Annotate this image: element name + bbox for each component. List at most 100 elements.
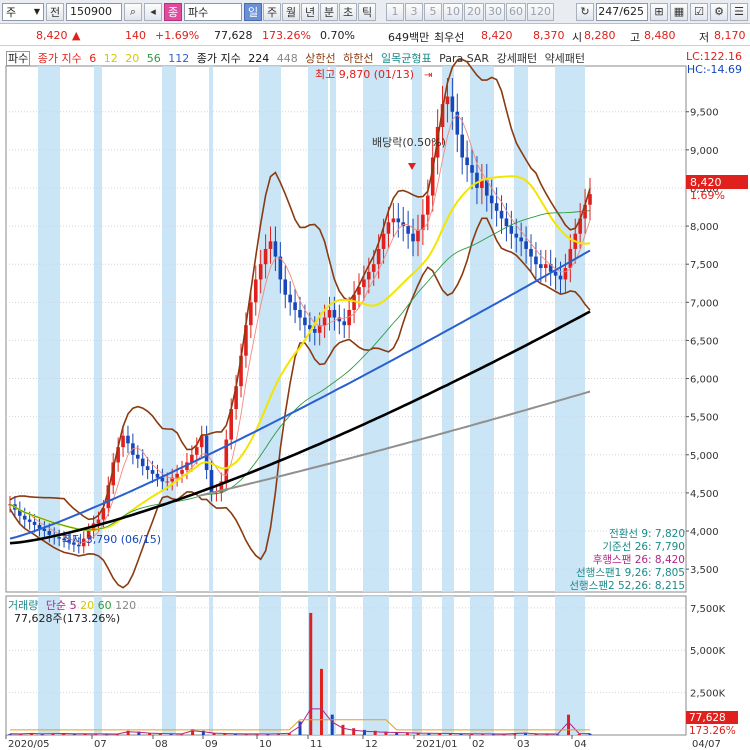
candle-body xyxy=(568,248,573,269)
volume-current: 77,628주(173.26%) xyxy=(14,612,121,625)
candle-body xyxy=(509,226,514,234)
highlight-stripe xyxy=(209,596,213,735)
y-tick-label: 4,000 xyxy=(690,527,719,538)
highlight-stripe xyxy=(38,66,60,592)
indicator-legend: 파수 종가 지수 6 12 20 56 112 종가 지수 224 448 상한… xyxy=(6,50,589,66)
y-tick-label: 8,000 xyxy=(690,222,719,233)
volume-tick-label: 5,000K xyxy=(690,646,726,657)
ichimoku-values: 전환선 9: 7,820 기준선 26: 7,790 후행스팬 26: 8,420 선… xyxy=(569,528,685,593)
highlight-stripe xyxy=(330,596,336,735)
legend-upper-band[interactable]: 상한선 xyxy=(305,52,335,65)
volume-bar xyxy=(309,612,313,735)
low-annotation: 최저 3,790 (06/15) xyxy=(62,533,161,546)
x-last-tick-label: 04/07 xyxy=(692,739,721,750)
x-tick-label: 12 xyxy=(365,739,378,750)
volume-bar xyxy=(491,734,495,736)
legend-title[interactable]: 파수 xyxy=(6,51,31,66)
x-tick-label: 02 xyxy=(472,739,485,750)
legend-weak-pattern[interactable]: 약세패턴 xyxy=(545,52,585,65)
candle-body xyxy=(362,279,366,288)
legend-ichimoku[interactable]: 일목균형표 xyxy=(381,52,432,65)
volume-bar xyxy=(298,721,302,735)
legend-lower-band[interactable]: 하한선 xyxy=(343,52,373,65)
candle-body xyxy=(391,218,396,223)
candle-body xyxy=(175,473,179,478)
candle-body xyxy=(312,329,317,333)
highlight-stripe xyxy=(259,596,281,735)
candle-body xyxy=(298,309,302,318)
candle-body xyxy=(165,481,170,483)
high-annotation: 최고 9,870 (01/13) xyxy=(315,68,414,81)
candle-body xyxy=(514,233,519,238)
candle-body xyxy=(22,515,27,520)
hc-value: HC:-14.69 xyxy=(686,63,742,76)
volume-bar xyxy=(319,668,323,735)
candle-body xyxy=(396,218,401,223)
x-tick-label: 04 xyxy=(574,739,587,750)
candle-body xyxy=(543,264,548,269)
y-tick-label: 6,000 xyxy=(690,375,719,386)
candle-body xyxy=(519,237,523,242)
candle-body xyxy=(293,302,297,310)
legend-ma-56: 56 xyxy=(146,52,161,65)
candle-body xyxy=(322,317,327,326)
legend-ma-label[interactable]: 종가 지수 xyxy=(38,52,82,65)
highlight-stripe xyxy=(162,66,176,592)
candle-body xyxy=(155,473,160,478)
candle-body xyxy=(411,233,415,242)
x-tick-label: 10 xyxy=(259,739,272,750)
y-tick-label: 5,000 xyxy=(690,451,719,462)
candle-body xyxy=(249,302,253,326)
candle-body xyxy=(588,194,592,205)
legend-ma-6: 6 xyxy=(89,52,97,65)
legend-ma-12: 12 xyxy=(103,52,118,65)
volume-tick-label: 7,500K xyxy=(690,604,726,615)
y-tick-label: 9,000 xyxy=(690,146,719,157)
x-tick-label: 07 xyxy=(94,739,107,750)
candle-body xyxy=(332,309,337,318)
candle-body xyxy=(140,458,145,467)
candle-body xyxy=(450,96,455,112)
volume-bar xyxy=(115,734,119,736)
volume-bar xyxy=(105,734,109,736)
ichimoku-value-1: 기준선 26: 7,790 xyxy=(602,541,685,553)
dividend-annotation: 배당락(0.50%) xyxy=(372,136,446,149)
highlight-stripe xyxy=(259,66,281,592)
candle-body xyxy=(268,241,273,249)
candle-body xyxy=(558,275,563,280)
high-arrow-icon: ⇥ xyxy=(424,70,432,81)
candle-body xyxy=(376,248,381,265)
candle-body xyxy=(465,157,469,166)
candle-body xyxy=(126,435,130,444)
price-chart[interactable]: 9,5009,0008,5008,0007,5007,0006,5006,000… xyxy=(0,0,750,750)
candle-body xyxy=(524,241,528,249)
lc-hc-readout: LC:122.16 HC:-14.69 xyxy=(686,50,742,76)
candle-body xyxy=(445,96,450,105)
highlight-stripe xyxy=(514,596,528,735)
highlight-stripe xyxy=(330,66,336,592)
x-tick-label: 2020/05 xyxy=(8,739,50,750)
lc-value: LC:122.16 xyxy=(685,50,742,63)
candle-body xyxy=(327,309,332,318)
candle-body xyxy=(204,435,209,471)
legend-ma-224: 224 xyxy=(248,52,270,65)
candle-body xyxy=(283,279,288,295)
highlight-stripe xyxy=(209,66,213,592)
highlight-stripe xyxy=(442,596,454,735)
candle-body xyxy=(135,454,140,459)
legend-ma-20: 20 xyxy=(125,52,140,65)
legend-ma2-label[interactable]: 종가 지수 xyxy=(197,52,241,65)
candle-body xyxy=(499,210,504,219)
candle-body xyxy=(288,294,292,303)
candle-body xyxy=(209,470,214,493)
x-tick-label: 2021/01 xyxy=(416,739,458,750)
legend-ma-448: 448 xyxy=(276,52,298,65)
legend-strong-pattern[interactable]: 강세패턴 xyxy=(497,52,537,65)
candle-body xyxy=(303,317,307,326)
candle-body xyxy=(489,195,494,204)
legend-psar[interactable]: Para SAR xyxy=(439,52,489,65)
highlight-stripe xyxy=(470,66,494,592)
volume-bar xyxy=(567,714,571,735)
candle-body xyxy=(504,218,509,227)
candle-body xyxy=(371,264,376,272)
